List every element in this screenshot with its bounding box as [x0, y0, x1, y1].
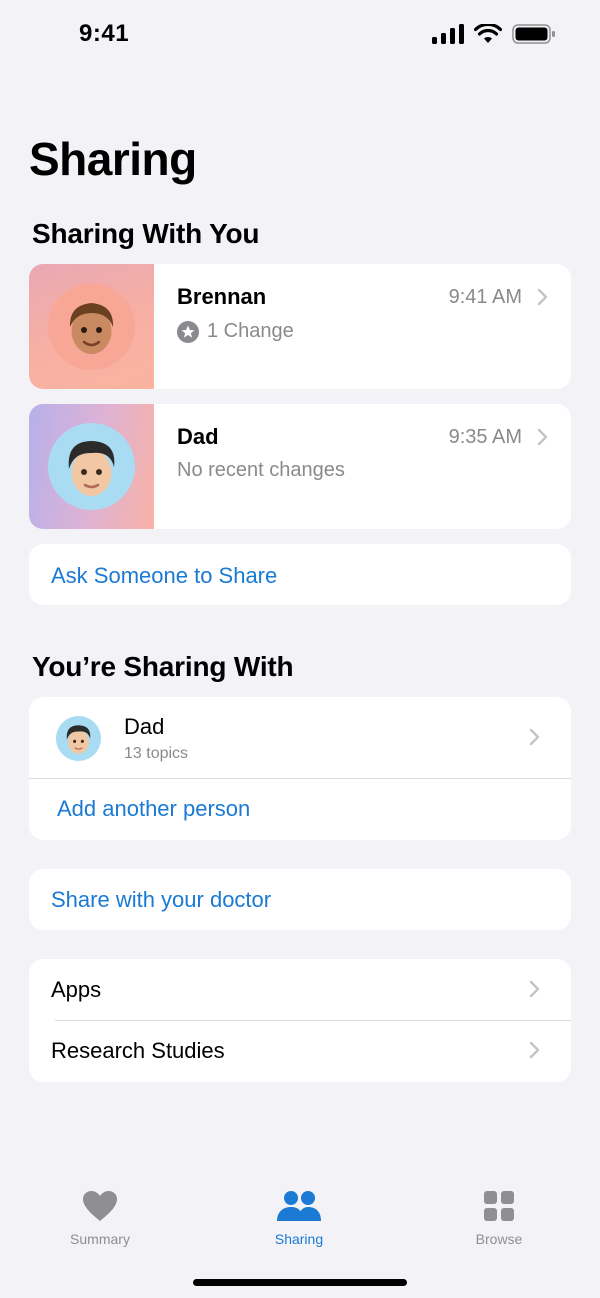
status-time: 9:41 — [79, 20, 130, 47]
shared-person-row-dad[interactable]: Dad 13 topics — [29, 697, 571, 778]
section-title-youre-sharing-with: You’re Sharing With — [32, 651, 294, 682]
wifi-icon — [474, 24, 502, 43]
memoji-dad-icon — [68, 441, 115, 496]
home-indicator — [193, 1279, 407, 1286]
change-summary: 1 Change — [177, 320, 294, 343]
section-title-sharing-with-you: Sharing With You — [32, 218, 260, 249]
person-name: Brennan — [177, 284, 267, 309]
sharing-card-dad[interactable]: Dad 9:35 AM No recent changes — [29, 404, 571, 529]
chevron-right-icon — [537, 428, 548, 446]
cellular-signal-icon — [432, 24, 464, 44]
share-with-doctor-button[interactable]: Share with your doctor — [29, 869, 571, 930]
share-with-doctor-label: Share with your doctor — [51, 887, 272, 912]
grid-icon — [484, 1191, 514, 1221]
ask-someone-to-share-button[interactable]: Ask Someone to Share — [29, 544, 571, 605]
tab-label: Sharing — [274, 1231, 324, 1247]
chevron-right-icon — [537, 288, 548, 306]
tab-label: Summary — [70, 1231, 130, 1247]
memoji-dad-small-icon — [66, 725, 91, 754]
avatar-background — [29, 264, 154, 389]
status-icons — [432, 24, 556, 44]
tab-summary[interactable]: Summary — [30, 1190, 170, 1247]
shared-topics-count: 13 topics — [124, 745, 189, 762]
ask-someone-label: Ask Someone to Share — [51, 563, 278, 588]
timestamp: 9:41 AM — [448, 286, 522, 308]
tab-label: Browse — [475, 1231, 523, 1247]
chevron-right-icon — [529, 980, 540, 998]
tab-sharing[interactable]: Sharing — [229, 1190, 369, 1247]
research-studies-row[interactable]: Research Studies — [29, 1021, 571, 1082]
people-icon — [277, 1191, 321, 1221]
add-another-person-button[interactable]: Add another person — [29, 779, 571, 840]
shared-person-name: Dad — [124, 714, 165, 739]
sharing-card-brennan[interactable]: Brennan 9:41 AM 1 Change — [29, 264, 571, 389]
more-options-card: Apps Research Studies — [29, 959, 571, 1082]
apps-label: Apps — [51, 977, 102, 1002]
change-count: 1 Change — [207, 320, 294, 342]
change-status: No recent changes — [177, 459, 345, 481]
avatar — [48, 283, 135, 370]
youre-sharing-with-card: Dad 13 topics Add another person — [29, 697, 571, 840]
heart-icon — [83, 1191, 117, 1221]
status-bar: 9:41 — [0, 0, 600, 72]
battery-icon — [512, 24, 555, 44]
research-studies-label: Research Studies — [51, 1038, 225, 1063]
avatar — [48, 423, 135, 510]
chevron-right-icon — [529, 1041, 540, 1059]
page-title: Sharing — [29, 133, 197, 185]
add-another-person-label: Add another person — [57, 796, 251, 821]
apps-row[interactable]: Apps — [29, 959, 571, 1020]
change-summary: No recent changes — [177, 459, 345, 482]
timestamp: 9:35 AM — [448, 426, 522, 448]
memoji-brennan-icon — [69, 303, 114, 354]
person-name: Dad — [177, 424, 219, 449]
avatar — [56, 716, 101, 761]
star-badge-icon — [177, 320, 199, 343]
avatar-background — [29, 404, 154, 529]
chevron-right-icon — [529, 728, 540, 746]
tab-browse[interactable]: Browse — [429, 1190, 569, 1247]
